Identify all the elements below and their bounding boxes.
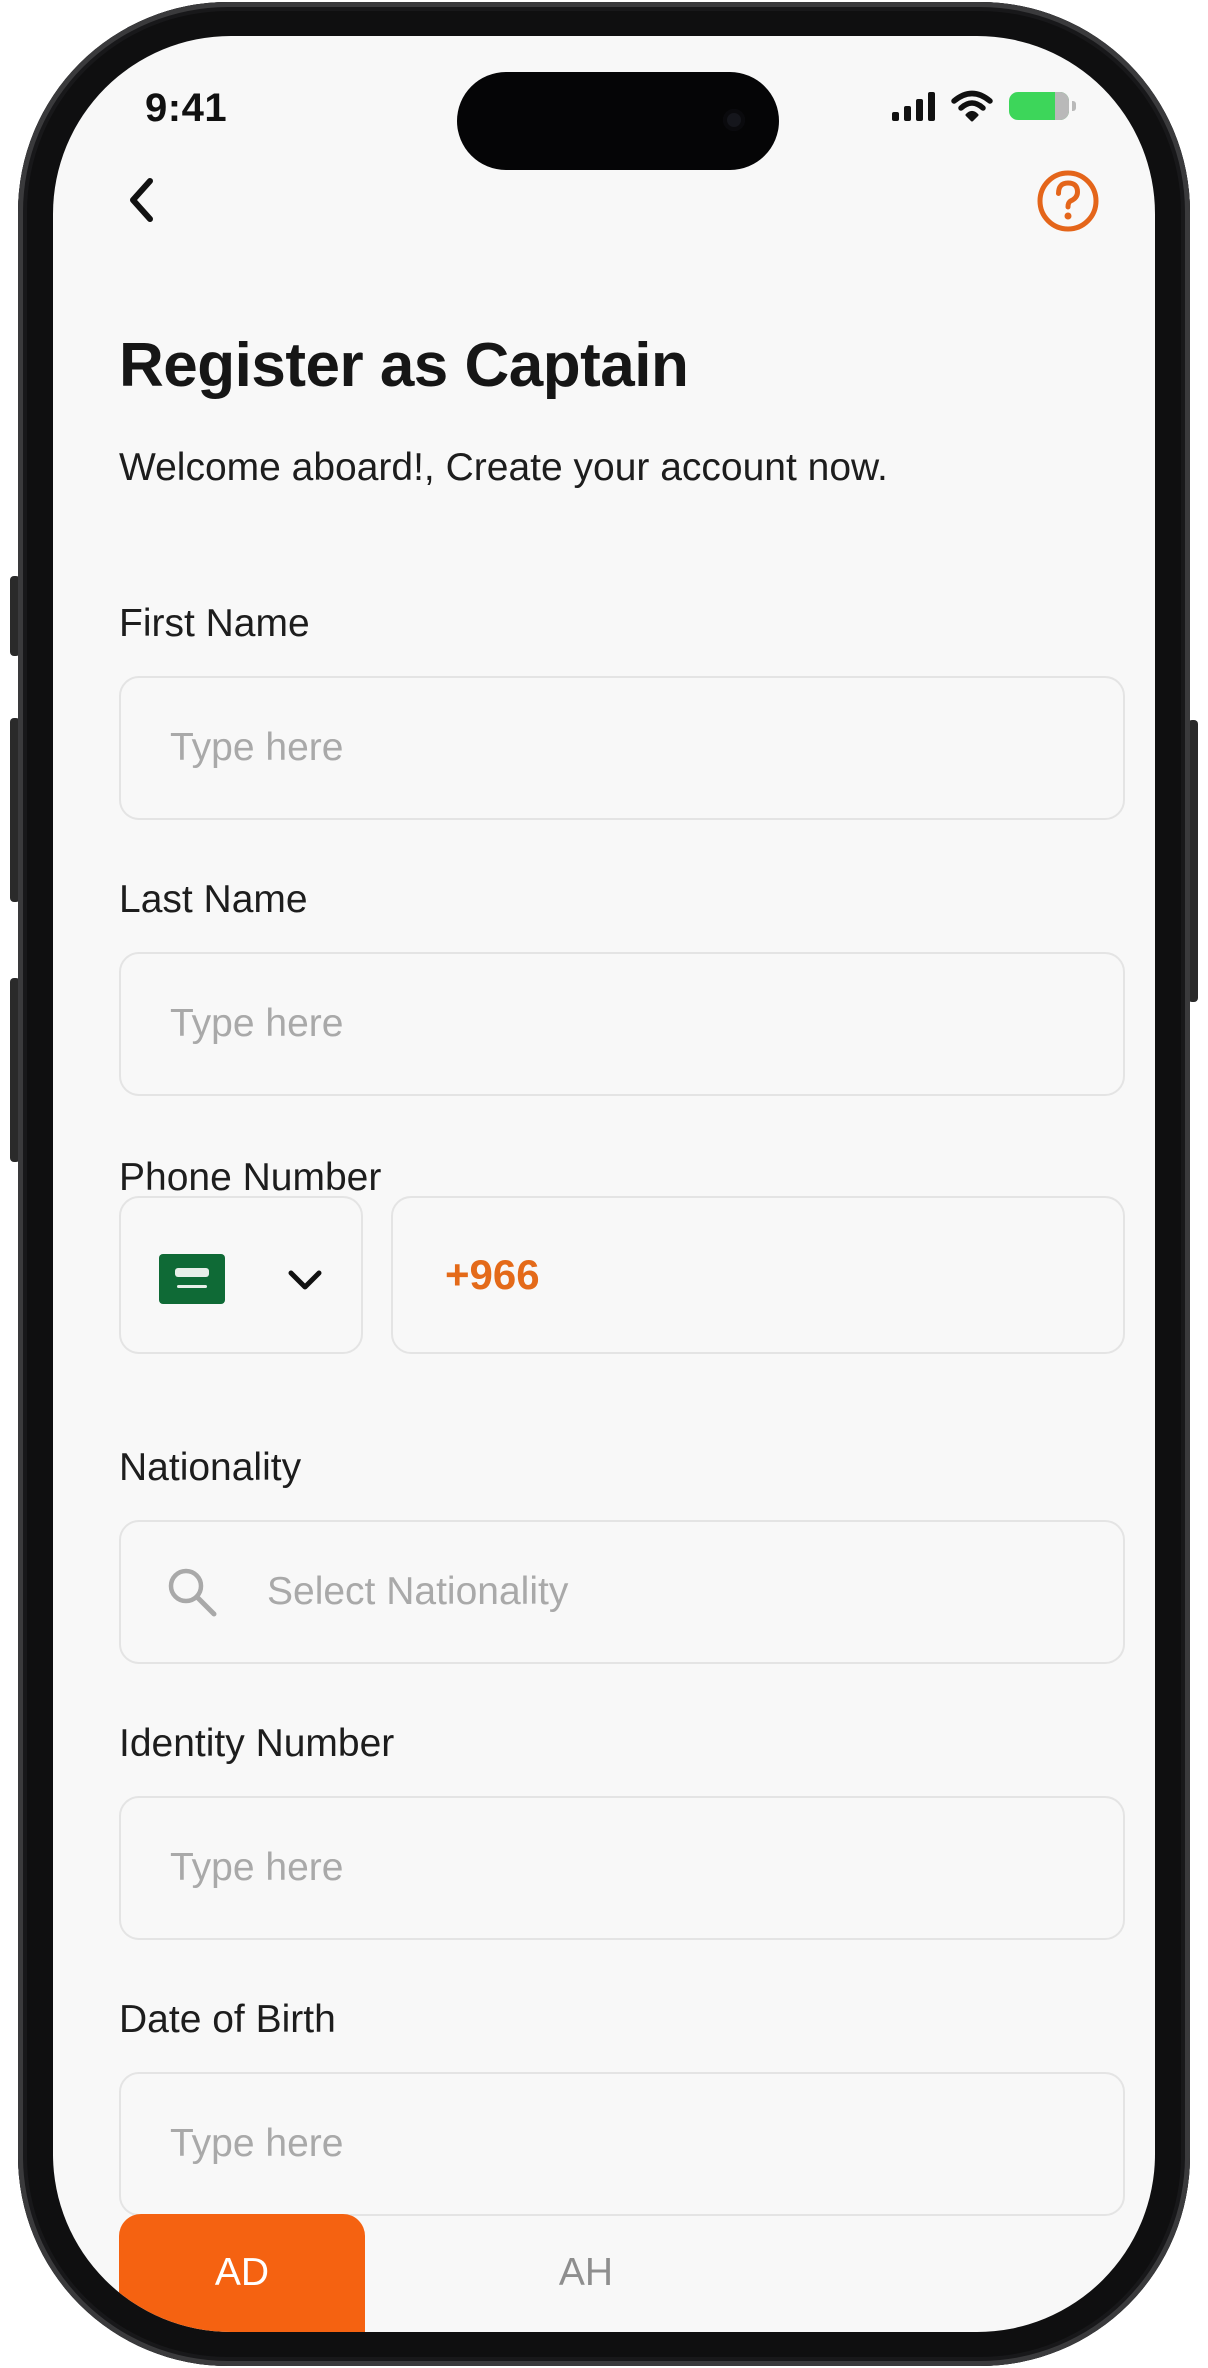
cellular-signal-icon	[892, 91, 935, 121]
last-name-input[interactable]	[168, 1001, 1123, 1047]
help-button[interactable]	[1035, 168, 1101, 234]
wifi-icon	[951, 90, 993, 122]
chevron-left-icon	[130, 178, 153, 222]
first-name-input[interactable]	[168, 725, 1123, 771]
phone-number-label: Phone Number	[119, 1156, 382, 1199]
phone-number-field[interactable]: +966	[391, 1196, 1125, 1354]
first-name-label: First Name	[119, 602, 310, 645]
page-title: Register as Captain	[119, 331, 689, 400]
search-icon	[168, 1568, 217, 1617]
identity-number-input[interactable]	[168, 1845, 1123, 1891]
battery-icon	[1009, 92, 1076, 120]
question-circle-icon	[1037, 170, 1099, 232]
date-of-birth-field	[119, 2072, 1125, 2216]
country-code-selector[interactable]	[119, 1196, 363, 1354]
last-name-field	[119, 952, 1125, 1096]
camera-icon	[723, 109, 745, 131]
nationality-label: Nationality	[119, 1446, 302, 1489]
chevron-down-icon	[288, 1270, 322, 1290]
back-button[interactable]	[111, 170, 171, 230]
dial-code: +966	[445, 1251, 540, 1298]
saudi-arabia-flag-icon	[159, 1254, 225, 1304]
calendar-ad-tab[interactable]: AD	[119, 2214, 365, 2332]
status-icons	[892, 90, 1076, 122]
nationality-field	[119, 1520, 1125, 1664]
first-name-field	[119, 676, 1125, 820]
nationality-input[interactable]	[265, 1569, 1123, 1615]
calendar-ah-tab[interactable]: AH	[463, 2214, 709, 2332]
identity-number-label: Identity Number	[119, 1722, 395, 1765]
phone-frame: 9:41 Register as Captain Welcome aboard!…	[18, 2, 1190, 2366]
last-name-label: Last Name	[119, 878, 308, 921]
app-screen: 9:41 Register as Captain Welcome aboard!…	[53, 36, 1155, 2332]
date-of-birth-label: Date of Birth	[119, 1998, 336, 2041]
dynamic-island	[457, 72, 779, 170]
status-time: 9:41	[145, 86, 228, 130]
identity-number-field	[119, 1796, 1125, 1940]
date-of-birth-input[interactable]	[168, 2121, 1123, 2167]
page-subtitle: Welcome aboard!, Create your account now…	[119, 446, 888, 489]
